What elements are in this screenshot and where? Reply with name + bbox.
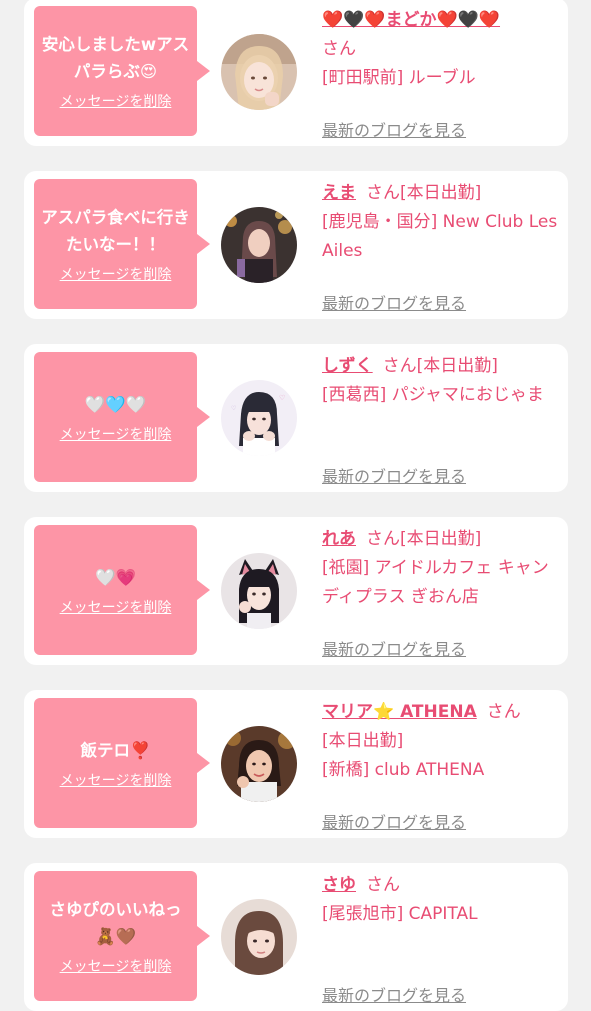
svg-text:♡: ♡ xyxy=(231,405,236,412)
message-text: アスパラ食べに行きたいなー！！ xyxy=(41,208,190,254)
girl-info: マリア⭐️ ATHENA さん [本日出勤] [新橋] club ATHENA 最… xyxy=(322,698,560,834)
delete-message-link[interactable]: メッセージを削除 xyxy=(60,93,172,111)
latest-blog-link[interactable]: 最新のブログを見る xyxy=(322,120,466,142)
list-item: さゆぴのいいねっ🧸🤎 メッセージを削除 さゆ さん [尾張旭市] CAPITAL … xyxy=(24,863,568,1011)
latest-blog-link[interactable]: 最新のブログを見る xyxy=(322,812,466,834)
girl-name-link[interactable]: れあ xyxy=(322,529,356,549)
message-bubble: 🤍🩵🤍 メッセージを削除 xyxy=(34,352,210,482)
san-label: さん xyxy=(366,875,400,895)
name-row: マリア⭐️ ATHENA さん xyxy=(322,698,560,727)
san-label: さん xyxy=(322,39,356,59)
girl-avatar-cat-ears[interactable] xyxy=(221,553,297,629)
girl-name-link[interactable]: さゆ xyxy=(322,875,356,895)
girl-info: さゆ さん [尾張旭市] CAPITAL 最新のブログを見る xyxy=(322,871,560,1007)
list-item: 🤍🩵🤍 メッセージを削除 ♡ ♡ しずく さん[本日出勤] [西葛西] パジャマ… xyxy=(24,344,568,492)
girl-name-link[interactable]: ❤️🖤❤️まどか❤️🖤❤️ xyxy=(322,10,500,30)
on-duty-label: [本日出勤] xyxy=(400,183,482,203)
on-duty-label: [本日出勤] xyxy=(322,731,404,751)
latest-blog-link[interactable]: 最新のブログを見る xyxy=(322,293,466,315)
on-duty-label: [本日出勤] xyxy=(400,529,482,549)
name-row: さゆ さん xyxy=(322,871,560,900)
girl-info: ❤️🖤❤️まどか❤️🖤❤️ さん [町田駅前] ルーブル 最新のブログを見る xyxy=(322,6,560,142)
girl-info: しずく さん[本日出勤] [西葛西] パジャマにおじゃま 最新のブログを見る xyxy=(322,352,560,488)
girl-avatar-dark[interactable] xyxy=(221,207,297,283)
latest-blog-link[interactable]: 最新のブログを見る xyxy=(322,985,466,1007)
list-item: 飯テロ❣️ メッセージを削除 マリア⭐️ ATHENA さん [本日出勤] [新… xyxy=(24,690,568,838)
shop-text: [町田駅前] ルーブル xyxy=(322,68,476,88)
shop-text: [祇園] アイドルカフェ キャンディプラス ぎおん店 xyxy=(322,558,549,607)
girl-avatar-brown[interactable] xyxy=(221,899,297,975)
latest-blog-link[interactable]: 最新のブログを見る xyxy=(322,639,466,661)
name-row: れあ さん[本日出勤] xyxy=(322,525,560,554)
message-text: 🤍💗 xyxy=(94,567,137,587)
san-label: さん xyxy=(382,356,417,376)
girl-avatar-blonde[interactable] xyxy=(221,34,297,110)
san-label: さん xyxy=(366,183,400,203)
delete-message-link[interactable]: メッセージを削除 xyxy=(60,958,172,976)
delete-message-link[interactable]: メッセージを削除 xyxy=(60,266,172,284)
delete-message-link[interactable]: メッセージを削除 xyxy=(60,426,172,444)
on-duty-label: [本日出勤] xyxy=(416,356,498,376)
message-bubble: 安心しましたwアスパラらぶ😍 メッセージを削除 xyxy=(34,6,210,136)
list-item: アスパラ食べに行きたいなー！！ メッセージを削除 えま さん[本日出勤] [鹿児島… xyxy=(24,171,568,319)
favorites-message-list: 安心しましたwアスパラらぶ😍 メッセージを削除 ❤️🖤❤️まどか❤️🖤❤️ さん… xyxy=(0,0,591,1011)
shop-text: [西葛西] パジャマにおじゃま xyxy=(322,385,544,405)
message-bubble: さゆぴのいいねっ🧸🤎 メッセージを削除 xyxy=(34,871,210,1001)
girl-info: れあ さん[本日出勤] [祇園] アイドルカフェ キャンディプラス ぎおん店 最新… xyxy=(322,525,560,661)
name-row: しずく さん[本日出勤] xyxy=(322,352,560,381)
message-text: 安心しましたwアスパラらぶ😍 xyxy=(41,35,190,81)
san-label: さん xyxy=(486,702,521,722)
name-row: ❤️🖤❤️まどか❤️🖤❤️ xyxy=(322,6,560,35)
list-item: 安心しましたwアスパラらぶ😍 メッセージを削除 ❤️🖤❤️まどか❤️🖤❤️ さん… xyxy=(24,0,568,146)
girl-name-link[interactable]: えま xyxy=(322,183,356,203)
message-bubble: 🤍💗 メッセージを削除 xyxy=(34,525,210,655)
shop-text: [尾張旭市] CAPITAL xyxy=(322,904,478,924)
san-label: さん xyxy=(366,529,400,549)
shop-text: [鹿児島・国分] New Club Les Ailes xyxy=(322,212,558,261)
message-text: 飯テロ❣️ xyxy=(80,740,151,760)
girl-name-link[interactable]: しずく xyxy=(322,356,373,376)
girl-info: えま さん[本日出勤] [鹿児島・国分] New Club Les Ailes 最… xyxy=(322,179,560,315)
message-bubble: アスパラ食べに行きたいなー！！ メッセージを削除 xyxy=(34,179,210,309)
name-row: えま さん[本日出勤] xyxy=(322,179,560,208)
delete-message-link[interactable]: メッセージを削除 xyxy=(60,599,172,617)
shop-text: [新橋] club ATHENA xyxy=(322,760,485,780)
delete-message-link[interactable]: メッセージを削除 xyxy=(60,772,172,790)
girl-name-link[interactable]: マリア⭐️ ATHENA xyxy=(322,702,477,722)
svg-text:♡: ♡ xyxy=(279,394,285,402)
message-text: さゆぴのいいねっ🧸🤎 xyxy=(49,900,182,946)
message-bubble: 飯テロ❣️ メッセージを削除 xyxy=(34,698,210,828)
girl-avatar-club[interactable] xyxy=(221,726,297,802)
latest-blog-link[interactable]: 最新のブログを見る xyxy=(322,466,466,488)
girl-avatar-pajama[interactable]: ♡ ♡ xyxy=(221,380,297,456)
list-item: 🤍💗 メッセージを削除 れあ さん[本日出勤] [祇園] アイドルカフェ キャン… xyxy=(24,517,568,665)
message-text: 🤍🩵🤍 xyxy=(84,394,147,414)
